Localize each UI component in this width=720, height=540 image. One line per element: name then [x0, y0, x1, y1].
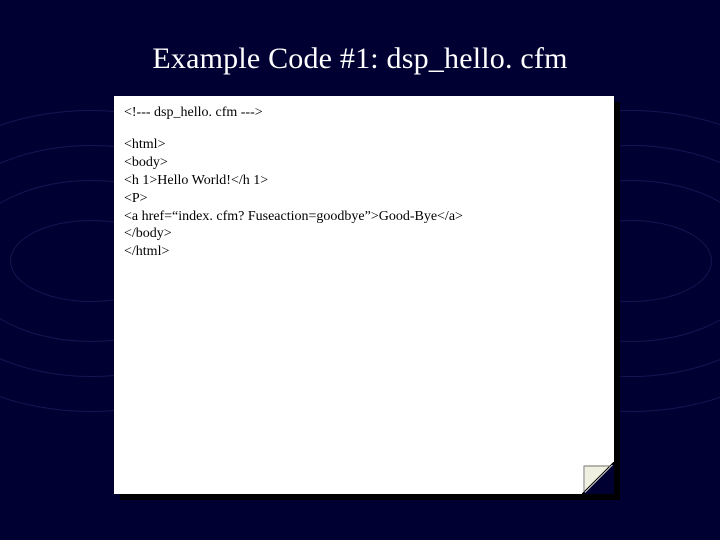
code-line: <!--- dsp_hello. cfm --->: [124, 104, 604, 122]
code-line: <h 1>Hello World!</h 1>: [124, 172, 604, 190]
slide: Example Code #1: dsp_hello. cfm <!--- ds…: [0, 0, 720, 540]
code-line: </body>: [124, 225, 604, 243]
slide-title: Example Code #1: dsp_hello. cfm: [0, 42, 720, 76]
code-line: <body>: [124, 154, 604, 172]
code-line: <html>: [124, 136, 604, 154]
page-corner-fold-icon: [582, 462, 614, 494]
code-box-content: <!--- dsp_hello. cfm ---> <html> <body> …: [114, 96, 614, 494]
code-line: <P>: [124, 190, 604, 208]
code-line: </html>: [124, 243, 604, 261]
code-line: <a href=“index. cfm? Fuseaction=goodbye”…: [124, 208, 604, 226]
code-box: <!--- dsp_hello. cfm ---> <html> <body> …: [114, 96, 614, 494]
blank-line: [124, 122, 604, 136]
